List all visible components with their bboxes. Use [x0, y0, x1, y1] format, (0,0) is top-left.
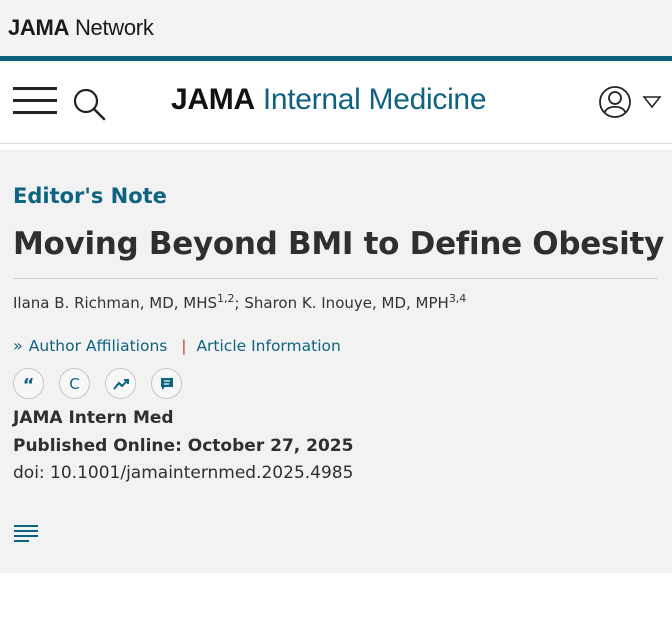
link-separator: |: [181, 336, 187, 355]
site-header: JAMA Internal Medicine: [0, 61, 672, 144]
hamburger-icon[interactable]: [13, 87, 57, 117]
user-icon[interactable]: [598, 85, 632, 119]
article-links: » Author Affiliations | Article Informat…: [13, 336, 341, 355]
article-title: Moving Beyond BMI to Define Obesity: [13, 226, 664, 262]
network-bar: JAMA Network: [0, 0, 672, 56]
journal-brand[interactable]: JAMA Internal Medicine: [171, 83, 487, 117]
quote-icon[interactable]: “: [13, 368, 44, 399]
article-type: Editor's Note: [13, 184, 167, 208]
journal-abbrev: JAMA Intern Med: [13, 408, 174, 428]
caret-down-icon[interactable]: [642, 95, 662, 109]
author-name[interactable]: Ilana B. Richman, MD, MHS: [13, 294, 217, 312]
double-chevron-right-icon: »: [13, 336, 23, 355]
title-divider: [13, 278, 658, 279]
speech-bubble-icon: [160, 377, 173, 390]
affiliation-ref[interactable]: 1,2: [217, 292, 235, 305]
author-name[interactable]: Sharon K. Inouye, MD, MPH: [244, 294, 448, 312]
trend-line-icon: [112, 378, 129, 390]
table-of-contents-icon[interactable]: [13, 524, 39, 544]
jama-network-logo[interactable]: JAMA Network: [8, 15, 154, 41]
copyright-icon[interactable]: C: [59, 368, 90, 399]
author-affiliations-link[interactable]: Author Affiliations: [29, 337, 168, 355]
doi[interactable]: doi: 10.1001/jamainternmed.2025.4985: [13, 463, 353, 483]
trend-icon[interactable]: [105, 368, 136, 399]
affiliation-ref[interactable]: 3,4: [449, 292, 467, 305]
publication-date: Published Online: October 27, 2025: [13, 436, 354, 456]
article-header: [0, 150, 672, 573]
search-icon[interactable]: [72, 87, 106, 121]
comment-icon[interactable]: [151, 368, 182, 399]
article-tools: “ C: [13, 368, 197, 399]
article-information-link[interactable]: Article Information: [196, 337, 340, 355]
author-list: Ilana B. Richman, MD, MHS1,2; Sharon K. …: [13, 292, 467, 312]
